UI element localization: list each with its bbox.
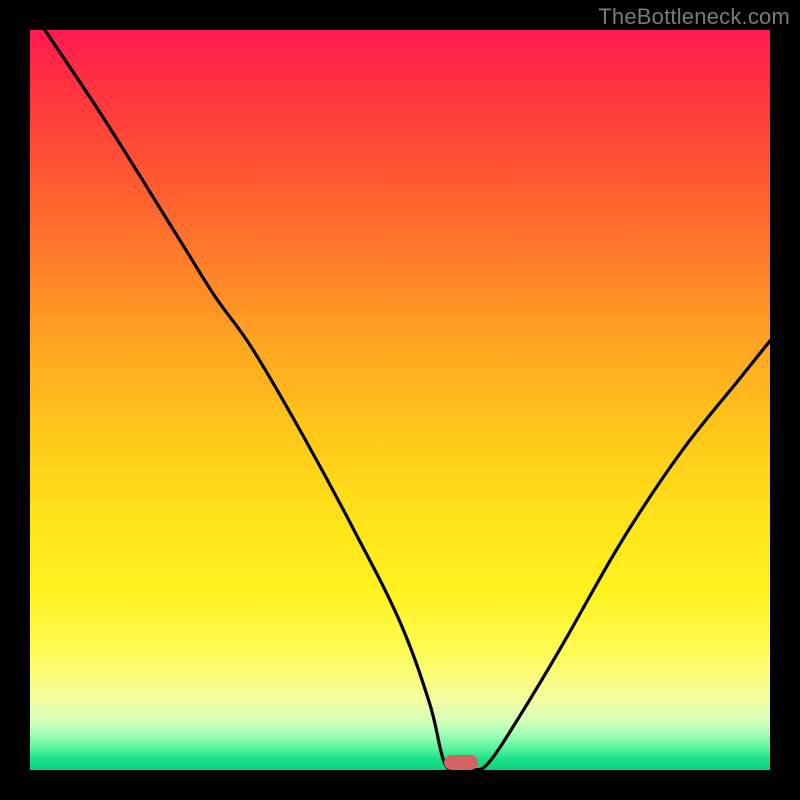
chart-frame: TheBottleneck.com xyxy=(0,0,800,800)
watermark-text: TheBottleneck.com xyxy=(598,4,790,30)
plot-area xyxy=(30,30,770,770)
optimal-marker xyxy=(444,755,478,770)
bottleneck-curve xyxy=(30,30,770,770)
